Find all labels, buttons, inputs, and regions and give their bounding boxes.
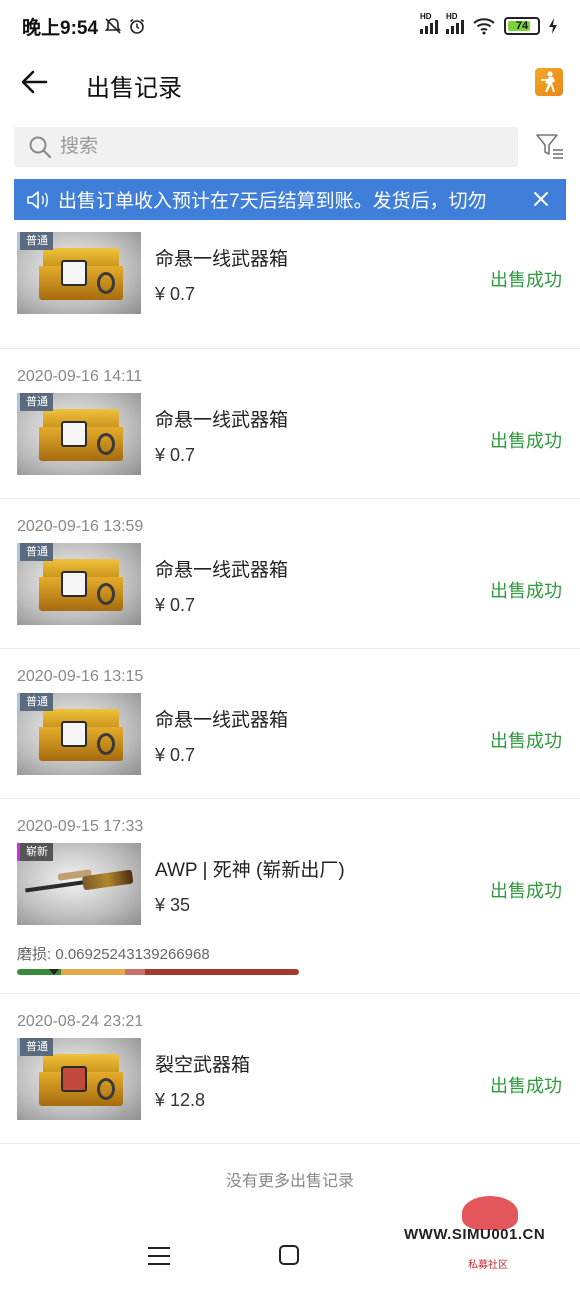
notice-banner: 出售订单收入预计在7天后结算到账。发货后，切勿 (14, 179, 566, 220)
wear-value: 磨损: 0.06925243139266968 (17, 946, 210, 963)
game-app-icon[interactable] (535, 68, 563, 96)
watermark-subtitle: 私募社区 (468, 1260, 508, 1271)
weapon-case-image (39, 1054, 123, 1106)
back-button[interactable] (18, 66, 50, 98)
status-bar: 晚上9:54 HD HD 74 (0, 0, 580, 52)
weapon-case-image (39, 559, 123, 611)
signal-icon-2: HD (446, 12, 464, 34)
mute-bell-icon (104, 18, 122, 34)
item-row: 崭新 AWP | 死神 (崭新出厂) ¥ 35 出售成功 (0, 843, 580, 925)
item-thumbnail: 普通 (17, 393, 141, 475)
item-row: 普通 命悬一线武器箱 ¥ 0.7 出售成功 (0, 232, 580, 314)
item-price: ¥ 0.7 (155, 745, 196, 765)
item-name: 命悬一线武器箱 (155, 410, 289, 431)
item-row: 普通 裂空武器箱 ¥ 12.8 出售成功 (0, 1038, 580, 1120)
watermark-logo-icon (462, 1196, 518, 1230)
notice-text: 出售订单收入预计在7天后结算到账。发货后，切勿 (58, 191, 487, 212)
quality-tag: 普通 (17, 393, 53, 411)
wear-bar (17, 969, 299, 975)
item-name: 命悬一线武器箱 (155, 249, 289, 270)
filter-button[interactable] (534, 130, 566, 162)
item-price: ¥ 0.7 (155, 284, 196, 304)
sale-record[interactable]: 2020-09-16 13:59 普通 命悬一线武器箱 ¥ 0.7 出售成功 (0, 499, 580, 649)
weapon-case-image (39, 409, 123, 461)
weapon-case-image (39, 248, 123, 300)
item-row: 普通 命悬一线武器箱 ¥ 0.7 出售成功 (0, 543, 580, 625)
sale-status: 出售成功 (490, 1076, 562, 1096)
wear-marker-icon (49, 969, 59, 975)
quality-tag: 普通 (17, 232, 53, 250)
no-more-records: 没有更多出售记录 (225, 1173, 354, 1190)
sale-record[interactable]: 2020-09-16 14:11 普通 命悬一线武器箱 ¥ 0.7 出售成功 (0, 349, 580, 499)
notice-close-button[interactable] (530, 188, 552, 210)
record-date: 2020-08-24 23:21 (17, 1013, 144, 1030)
item-price: ¥ 12.8 (155, 1090, 206, 1110)
sale-record[interactable]: 2020-08-24 23:21 普通 裂空武器箱 ¥ 12.8 出售成功 (0, 994, 580, 1144)
item-price: ¥ 0.7 (155, 595, 196, 615)
quality-tag: 普通 (17, 543, 53, 561)
filter-icon (536, 134, 563, 159)
wifi-icon (473, 18, 495, 35)
alarm-icon (130, 18, 144, 34)
record-date: 2020-09-16 13:59 (17, 518, 144, 535)
battery-icon: 74 (504, 17, 540, 35)
search-input[interactable] (60, 136, 480, 158)
speaker-icon (27, 190, 48, 209)
item-thumbnail: 普通 (17, 543, 141, 625)
search-icon (29, 136, 52, 159)
item-row: 普通 命悬一线武器箱 ¥ 0.7 出售成功 (0, 393, 580, 475)
watermark: WWW.SIMU001.CN 私募社区 (404, 1196, 574, 1282)
sale-status: 出售成功 (490, 731, 562, 751)
item-thumbnail: 普通 (17, 232, 141, 314)
record-date: 2020-09-15 17:33 (17, 818, 144, 835)
recents-button[interactable] (148, 1247, 170, 1265)
record-date: 2020-09-16 13:15 (17, 668, 144, 685)
item-price: ¥ 35 (155, 895, 191, 915)
sale-record[interactable]: 普通 命悬一线武器箱 ¥ 0.7 出售成功 (0, 232, 580, 349)
home-button[interactable] (279, 1245, 299, 1265)
rifle-image (24, 866, 134, 903)
item-thumbnail: 普通 (17, 1038, 141, 1120)
back-arrow-icon (21, 70, 48, 94)
watermark-site: WWW.SIMU001.CN (404, 1226, 546, 1243)
status-time: 晚上9:54 (22, 17, 99, 39)
item-name: 命悬一线武器箱 (155, 560, 289, 581)
weapon-case-image (39, 709, 123, 761)
item-name: AWP | 死神 (崭新出厂) (155, 860, 345, 881)
search-box (14, 127, 518, 167)
sale-record-list: 普通 命悬一线武器箱 ¥ 0.7 出售成功 2020-09-16 14:11 普… (0, 220, 580, 1144)
status-right: HD HD 74 (420, 12, 558, 35)
item-name: 命悬一线武器箱 (155, 710, 289, 731)
signal-icon: HD (420, 12, 438, 34)
sale-status: 出售成功 (490, 431, 562, 451)
item-name: 裂空武器箱 (155, 1055, 251, 1076)
item-thumbnail: 普通 (17, 693, 141, 775)
quality-tag: 普通 (17, 693, 53, 711)
item-row: 普通 命悬一线武器箱 ¥ 0.7 出售成功 (0, 693, 580, 775)
top-navigation: 出售记录 (0, 52, 580, 114)
item-thumbnail: 崭新 (17, 843, 141, 925)
charging-icon (549, 18, 557, 34)
sale-record[interactable]: 2020-09-16 13:15 普通 命悬一线武器箱 ¥ 0.7 出售成功 (0, 649, 580, 799)
item-price: ¥ 0.7 (155, 445, 196, 465)
battery-level: 74 (515, 20, 529, 32)
soldier-icon (541, 71, 555, 92)
sale-status: 出售成功 (490, 881, 562, 901)
sale-status: 出售成功 (490, 581, 562, 601)
page-title: 出售记录 (86, 75, 182, 102)
sale-status: 出售成功 (490, 270, 562, 290)
sale-record[interactable]: 2020-09-15 17:33 崭新 AWP | 死神 (崭新出厂) ¥ 35… (0, 799, 580, 994)
record-date: 2020-09-16 14:11 (17, 368, 143, 385)
status-left: 晚上9:54 (22, 13, 146, 40)
quality-tag: 崭新 (17, 843, 53, 861)
quality-tag: 普通 (17, 1038, 53, 1056)
close-icon (534, 192, 548, 206)
